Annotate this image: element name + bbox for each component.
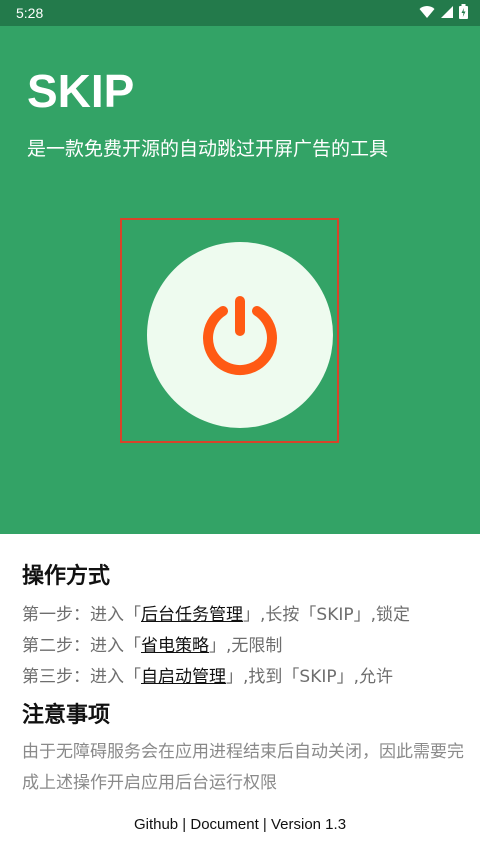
usage-title: 操作方式: [22, 564, 111, 589]
notes-title: 注意事项: [22, 703, 111, 728]
background-task-link[interactable]: 后台任务管理: [141, 605, 243, 625]
document-link[interactable]: Document: [190, 816, 258, 833]
wifi-icon: [419, 5, 435, 18]
status-bar: 5:28: [0, 0, 480, 26]
app-subtitle: 是一款免费开源的自动跳过开屏广告的工具: [27, 138, 389, 160]
status-icons: [419, 4, 468, 19]
power-toggle-button[interactable]: [147, 242, 333, 428]
github-link[interactable]: Github: [134, 816, 178, 833]
step-prefix: 第三步：进入「: [22, 667, 141, 687]
step-prefix: 第二步：进入「: [22, 636, 141, 656]
usage-step-3: 第三步：进入「自启动管理」,找到「SKIP」,允许: [22, 662, 393, 687]
step-prefix: 第一步：进入「: [22, 605, 141, 625]
footer: Github | Document | Version 1.3: [0, 816, 480, 833]
step-suffix: 」,找到「SKIP」,允许: [226, 667, 394, 687]
usage-step-1: 第一步：进入「后台任务管理」,长按「SKIP」,锁定: [22, 600, 410, 625]
usage-step-2: 第二步：进入「省电策略」,无限制: [22, 631, 282, 656]
notes-text: 由于无障碍服务会在应用进程结束后自动关闭，因此需要完成上述操作开启应用后台运行权…: [22, 742, 464, 793]
footer-separator: |: [178, 816, 191, 833]
signal-icon: [441, 5, 453, 18]
autostart-link[interactable]: 自启动管理: [141, 667, 226, 687]
footer-separator: |: [258, 816, 271, 833]
app-title: SKIP: [27, 65, 135, 117]
battery-icon: [459, 4, 468, 19]
power-icon: [203, 296, 277, 376]
step-suffix: 」,长按「SKIP」,锁定: [243, 605, 411, 625]
status-time: 5:28: [16, 5, 44, 21]
version-label: Version 1.3: [270, 816, 347, 833]
power-saving-link[interactable]: 省电策略: [141, 636, 209, 656]
step-suffix: 」,无限制: [209, 636, 283, 656]
